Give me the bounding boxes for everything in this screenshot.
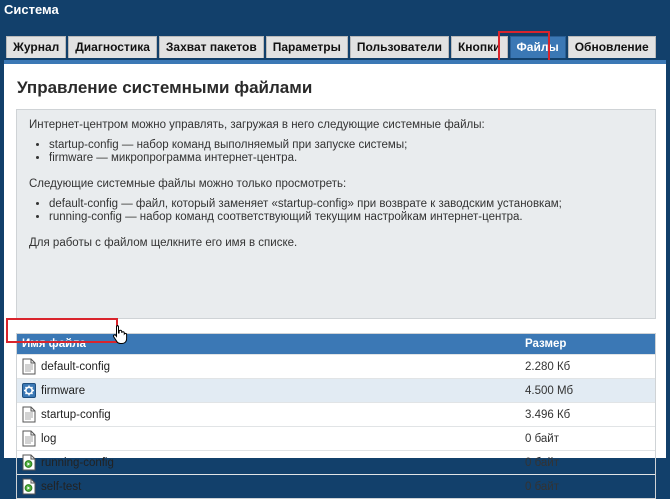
viewonly-files-list: default-config — файл, который заменяет …: [29, 198, 643, 224]
list-item: firmware — микропрограмма интернет-центр…: [49, 152, 643, 165]
firmware-gear-icon: [22, 383, 36, 398]
table-row[interactable]: default-config 2.280 Кб: [17, 354, 655, 378]
tab-users[interactable]: Пользователи: [349, 36, 449, 58]
tab-update[interactable]: Обновление: [567, 36, 656, 58]
text-file-icon: [22, 430, 36, 447]
file-name[interactable]: default-config: [41, 361, 110, 373]
files-tab-highlight-box: [498, 31, 550, 62]
column-header-size: Размер: [525, 338, 567, 350]
info-hint: Для работы с файлом щелкните его имя в с…: [29, 237, 298, 249]
executable-file-icon: [22, 478, 36, 495]
editable-files-list: startup-config — набор команд выполняемы…: [29, 139, 643, 165]
file-size: 2.280 Кб: [525, 360, 571, 373]
file-name[interactable]: log: [41, 433, 56, 445]
info-box: Интернет-центром можно управлять, загруж…: [16, 109, 656, 319]
firmware-row-highlight-box: [6, 318, 118, 343]
table-row[interactable]: self-test 0 байт: [17, 474, 655, 498]
file-size: 0 байт: [525, 456, 560, 469]
tab-parameters[interactable]: Параметры: [265, 36, 348, 58]
executable-file-icon: [22, 454, 36, 471]
table-row[interactable]: log 0 байт: [17, 426, 655, 450]
info-intro: Интернет-центром можно управлять, загруж…: [29, 119, 485, 131]
app-title: Система: [4, 2, 59, 17]
tab-diagnostics[interactable]: Диагностика: [68, 36, 157, 58]
text-file-icon: [22, 358, 36, 375]
content-panel: Управление системными файлами Интернет-ц…: [4, 60, 666, 499]
list-item: startup-config — набор команд выполняемы…: [49, 139, 643, 152]
list-item: default-config — файл, который заменяет …: [49, 198, 643, 211]
text-file-icon: [22, 406, 36, 423]
tab-packet-capture[interactable]: Захват пакетов: [158, 36, 264, 58]
file-size: 4.500 Мб: [525, 384, 574, 397]
title-bar: Система: [0, 0, 670, 34]
table-row[interactable]: running-config 0 байт: [17, 450, 655, 474]
table-row[interactable]: firmware 4.500 Мб: [17, 378, 655, 402]
table-row[interactable]: startup-config 3.496 Кб: [17, 402, 655, 426]
tab-journal[interactable]: Журнал: [6, 36, 67, 58]
file-size: 0 байт: [525, 432, 560, 445]
file-name[interactable]: startup-config: [41, 409, 111, 421]
tab-bar: Журнал Диагностика Захват пакетов Параме…: [6, 36, 656, 58]
file-name[interactable]: firmware: [41, 385, 85, 397]
file-size: 0 байт: [525, 480, 560, 493]
list-item: running-config — набор команд соответств…: [49, 211, 643, 224]
page-title: Управление системными файлами: [17, 78, 313, 97]
file-name[interactable]: self-test: [41, 481, 81, 493]
info-view-intro: Следующие системные файлы можно только п…: [29, 178, 347, 190]
file-table: Имя файла Размер default-config 2.280 Кб: [16, 333, 656, 499]
file-size: 3.496 Кб: [525, 408, 571, 421]
hand-pointer-icon: [112, 325, 128, 344]
file-name[interactable]: running-config: [41, 457, 114, 469]
